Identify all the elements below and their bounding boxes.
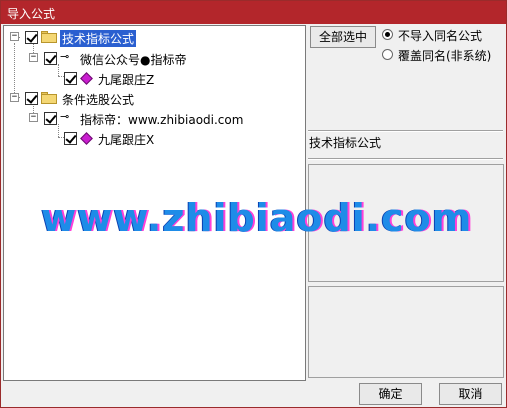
title-bar[interactable]: 导入公式 [1, 1, 506, 24]
tree-node-stock-selection[interactable]: − 条件选股公式 [4, 89, 304, 107]
select-all-button[interactable]: 全部选中 [310, 26, 376, 48]
node-label: 指标帝：www.zhibiaodi.com [80, 113, 244, 127]
section-divider [308, 158, 503, 160]
node-label: 九尾跟庄X [98, 133, 155, 147]
tree-node-wechat-account[interactable]: − ⊸ 微信公众号●指标帝 [4, 49, 304, 67]
formula-type-label: 技术指标公式 [309, 136, 382, 150]
cancel-button[interactable]: 取消 [439, 383, 502, 405]
tree-node-formula-x[interactable]: 九尾跟庄X [4, 129, 304, 147]
node-checkbox[interactable] [25, 92, 38, 105]
window-title: 导入公式 [7, 7, 56, 21]
node-label: 条件选股公式 [62, 93, 135, 107]
diamond-icon [80, 72, 93, 85]
tree-node-formula-z[interactable]: 九尾跟庄Z [4, 69, 304, 87]
node-checkbox[interactable] [25, 31, 38, 44]
diamond-icon [80, 132, 93, 145]
collapse-toggle[interactable]: − [29, 113, 38, 122]
collapse-toggle[interactable]: − [10, 32, 19, 41]
radio-label-no-import: 不导入同名公式 [398, 29, 483, 43]
ok-button[interactable]: 确定 [359, 383, 422, 405]
formula-description-panel [308, 286, 504, 378]
node-label: 技术指标公式 [60, 30, 137, 47]
import-formula-dialog: 导入公式 − 技术指标公式 − ⊸ 微信公众号●指标帝 九尾跟庄Z − 条件选股… [0, 0, 507, 408]
watermark-text: www.zhibiaodi.com [41, 196, 473, 240]
radio-no-import-same-name[interactable] [382, 29, 393, 40]
key-icon: ⊸ [60, 50, 70, 63]
node-label: 微信公众号●指标帝 [80, 53, 187, 67]
node-checkbox[interactable] [64, 72, 77, 85]
node-checkbox[interactable] [44, 112, 57, 125]
folder-icon [41, 31, 57, 43]
radio-overwrite-same-name[interactable] [382, 49, 393, 60]
node-checkbox[interactable] [44, 52, 57, 65]
node-checkbox[interactable] [64, 132, 77, 145]
folder-icon [41, 92, 57, 104]
key-icon: ⊸ [60, 110, 70, 123]
collapse-toggle[interactable]: − [10, 93, 19, 102]
tree-node-technical-indicators[interactable]: − 技术指标公式 [4, 28, 304, 47]
collapse-toggle[interactable]: − [29, 53, 38, 62]
section-divider [308, 130, 503, 132]
radio-label-overwrite: 覆盖同名(非系统) [398, 49, 492, 63]
node-label: 九尾跟庄Z [98, 73, 155, 87]
tree-node-zhibiaodi[interactable]: − ⊸ 指标帝：www.zhibiaodi.com [4, 109, 304, 127]
